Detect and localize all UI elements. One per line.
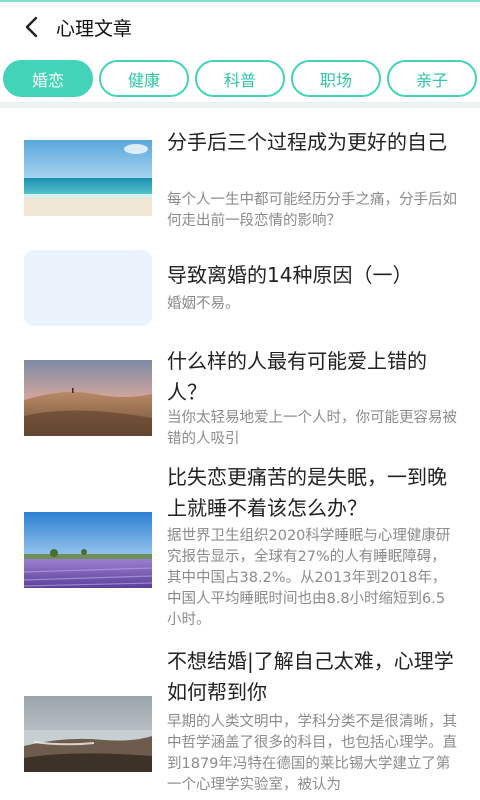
article-summary: 早期的人类文明中，学科分类不是很清晰，其中哲学涵盖了很多的科目，也包括心理学。直… — [167, 714, 457, 793]
article-title: 比失恋更痛苦的是失眠，一到晚上就睡不着该怎么办？ — [167, 465, 447, 520]
article-item[interactable]: 导致离婚的14种原因（一） 婚姻不易。 — [0, 238, 480, 338]
tab-workplace[interactable]: 职场 — [291, 60, 381, 97]
category-tabs: 婚恋 健康 科普 职场 亲子 — [0, 58, 480, 102]
desert-image — [24, 360, 152, 436]
header-bar: 心理文章 — [0, 2, 480, 52]
page-title: 心理文章 — [56, 17, 133, 40]
article-thumbnail-coast — [24, 696, 152, 772]
back-button[interactable] — [10, 2, 54, 52]
article-title: 不想结婚|了解自己太难，心理学如何帮到你 — [167, 649, 454, 704]
coast-image — [24, 696, 152, 772]
article-thumbnail-placeholder — [24, 250, 152, 326]
beach-image — [24, 140, 152, 216]
chevron-left-icon — [25, 16, 38, 38]
article-title: 导致离婚的14种原因（一） — [167, 263, 413, 287]
article-item[interactable]: 不想结婚|了解自己太难，心理学如何帮到你 早期的人类文明中，学科分类不是很清晰，… — [0, 642, 480, 800]
article-summary: 婚姻不易。 — [167, 296, 240, 312]
article-item[interactable]: 什么样的人最有可能爱上错的人？ 当你太轻易地爱上一个人时，你可能更容易被错的人吸… — [0, 338, 480, 456]
tab-science[interactable]: 科普 — [195, 60, 285, 97]
tab-health[interactable]: 健康 — [99, 60, 189, 97]
article-summary: 据世界卫生组织2020科学睡眠与心理健康研究报告显示，全球有27%的人有睡眠障碍… — [167, 528, 451, 628]
tab-marriage[interactable]: 婚恋 — [3, 60, 93, 97]
article-list: 分手后三个过程成为更好的自己 每个人一生中都可能经历分手之痛，分手后如何走出前一… — [0, 108, 480, 800]
article-thumbnail-beach — [24, 140, 152, 216]
lavender-image — [24, 512, 152, 588]
article-summary: 当你太轻易地爱上一个人时，你可能更容易被错的人吸引 — [167, 410, 457, 447]
article-summary: 每个人一生中都可能经历分手之痛，分手后如何走出前一段恋情的影响？ — [167, 192, 457, 229]
article-thumbnail-desert — [24, 360, 152, 436]
article-title: 什么样的人最有可能爱上错的人？ — [167, 349, 427, 404]
article-item[interactable]: 比失恋更痛苦的是失眠，一到晚上就睡不着该怎么办？ 据世界卫生组织2020科学睡眠… — [0, 456, 480, 642]
article-item[interactable]: 分手后三个过程成为更好的自己 每个人一生中都可能经历分手之痛，分手后如何走出前一… — [0, 108, 480, 238]
article-thumbnail-lavender — [24, 512, 152, 588]
article-title: 分手后三个过程成为更好的自己 — [167, 130, 447, 154]
tab-parenting[interactable]: 亲子 — [387, 60, 477, 97]
